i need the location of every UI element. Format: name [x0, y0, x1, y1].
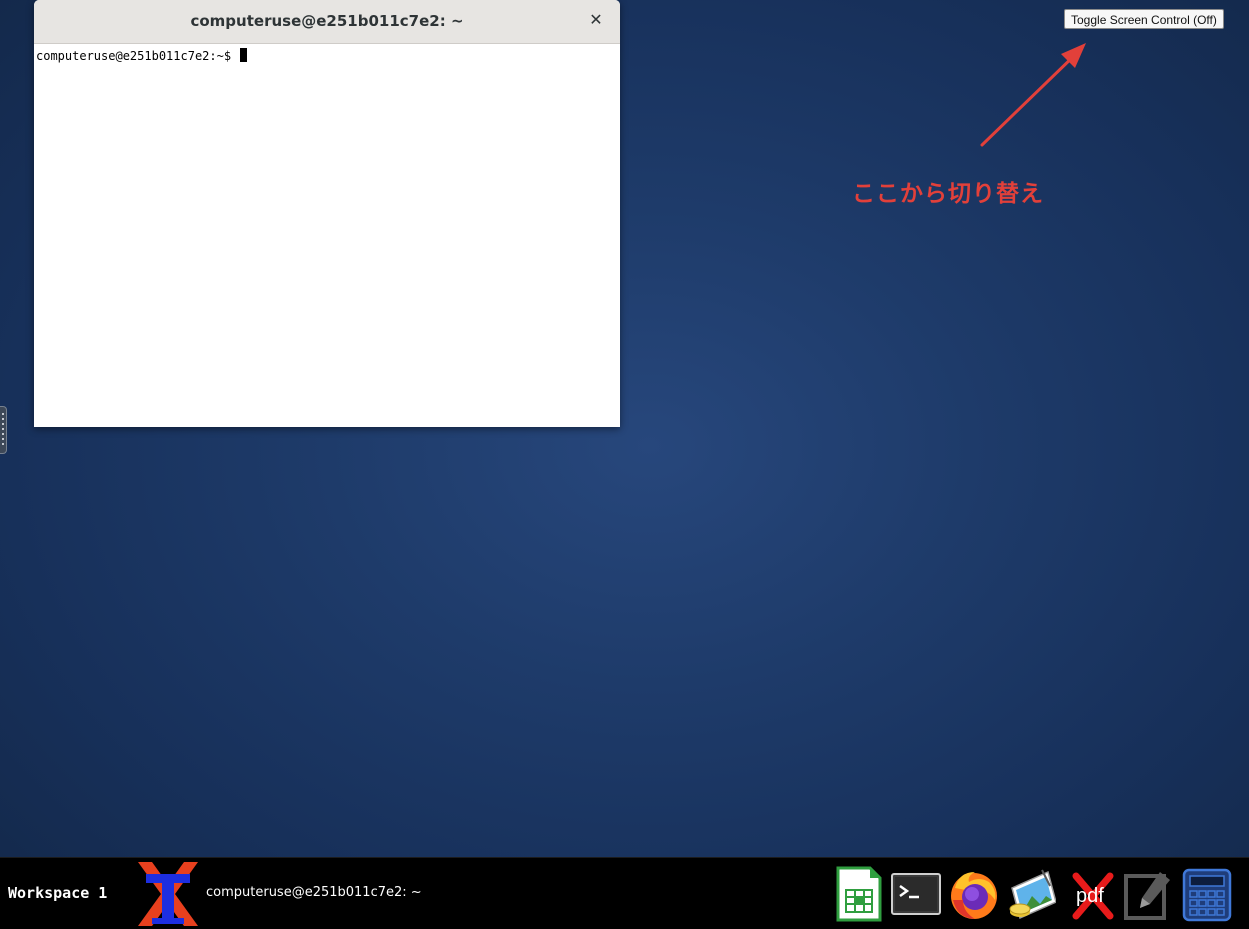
grip-dots-icon — [2, 413, 4, 447]
toggle-screen-control-button[interactable]: Toggle Screen Control (Off) — [1064, 9, 1224, 29]
side-panel-handle[interactable] — [0, 406, 7, 454]
firefox-icon[interactable] — [949, 866, 999, 922]
pdf-label: pdf — [1076, 885, 1104, 907]
terminal-title: computeruse@e251b011c7e2: ~ — [190, 12, 464, 30]
pdf-icon[interactable]: pdf — [1068, 866, 1118, 922]
terminal-output[interactable]: computeruse@e251b011c7e2:~$ — [34, 44, 620, 67]
terminal-titlebar[interactable]: computeruse@e251b011c7e2: ~ ✕ — [34, 0, 620, 44]
x-window-icon[interactable] — [134, 860, 202, 928]
annotation-arrow-icon — [980, 43, 1086, 147]
taskbar: Workspace 1 computeruse@e251b011c7e2: ~ — [0, 857, 1249, 929]
close-icon[interactable]: ✕ — [586, 10, 606, 30]
spreadsheet-icon[interactable] — [834, 866, 884, 922]
workspace-label[interactable]: Workspace 1 — [8, 884, 107, 902]
terminal-window[interactable]: computeruse@e251b011c7e2: ~ ✕ computerus… — [34, 0, 620, 427]
terminal-cursor — [240, 48, 248, 62]
active-task-title[interactable]: computeruse@e251b011c7e2: ~ — [206, 885, 422, 900]
calculator-icon[interactable] — [1182, 866, 1232, 922]
terminal-icon[interactable] — [891, 866, 941, 922]
text-editor-icon[interactable] — [1124, 866, 1174, 922]
image-viewer-icon[interactable] — [1006, 866, 1056, 922]
terminal-prompt: computeruse@e251b011c7e2:~$ — [36, 49, 239, 63]
annotation-text: ここから切り替え — [852, 181, 1044, 207]
